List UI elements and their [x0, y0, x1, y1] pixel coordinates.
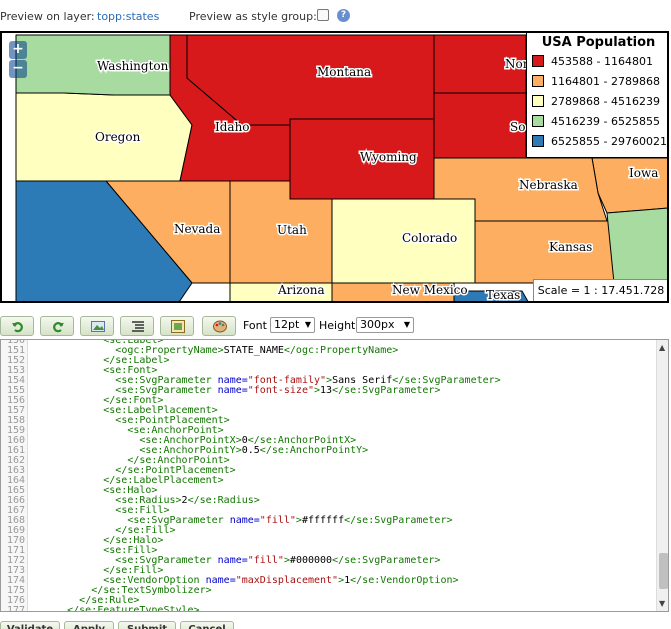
- layer-link[interactable]: topp:states: [97, 10, 159, 23]
- zoom-in-button[interactable]: +: [9, 41, 27, 59]
- preview-bar: Preview on layer: topp:states Preview as…: [0, 0, 671, 32]
- legend-item-label: 2789868 - 4516239: [551, 95, 660, 108]
- cancel-button[interactable]: Cancel: [180, 621, 234, 629]
- state-kansas: [474, 220, 615, 284]
- legend-swatch: [532, 75, 544, 87]
- label-montana: Montana: [317, 65, 371, 79]
- code-line[interactable]: </se:FeatureTypeStyle>: [31, 606, 199, 612]
- height-value: 300px: [360, 318, 395, 331]
- picture-icon: [171, 320, 185, 333]
- image-icon: [91, 321, 105, 332]
- label-south-dakota: So: [510, 120, 525, 134]
- legend-swatch: [532, 135, 544, 147]
- help-icon[interactable]: ?: [337, 9, 350, 22]
- label-wyoming: Wyoming: [360, 150, 417, 164]
- style-group-checkbox[interactable]: [317, 9, 329, 21]
- scroll-down-icon[interactable]: ▼: [659, 599, 665, 608]
- legend-preview-button[interactable]: [160, 316, 194, 336]
- undo-button[interactable]: [0, 316, 34, 336]
- redo-icon: [53, 322, 64, 333]
- redo-button[interactable]: [40, 316, 74, 336]
- map-preview[interactable]: Washington Oregon Idaho Montana Wyoming …: [0, 31, 669, 303]
- legend-swatch: [532, 95, 544, 107]
- submit-button[interactable]: Submit: [118, 621, 176, 629]
- action-buttons: Validate Apply Submit Cancel: [0, 620, 671, 629]
- height-select[interactable]: 300px ▼: [356, 317, 414, 333]
- label-texas: Texas: [486, 288, 520, 302]
- editor-scrollbar[interactable]: ▲ ▼: [656, 340, 668, 611]
- validate-button[interactable]: Validate: [0, 621, 60, 629]
- label-idaho: Idaho: [215, 120, 250, 134]
- label-washington: Washington: [97, 59, 169, 73]
- color-picker-button[interactable]: [202, 316, 236, 336]
- legend-title: USA Population: [541, 35, 656, 50]
- zoom-out-button[interactable]: −: [9, 60, 27, 78]
- style-group-label: Preview as style group:: [189, 10, 317, 23]
- scroll-thumb[interactable]: [659, 553, 668, 589]
- height-label: Height: [319, 319, 356, 332]
- palette-icon: [213, 320, 227, 333]
- format-button[interactable]: [120, 316, 154, 336]
- label-nebraska: Nebraska: [519, 178, 578, 192]
- apply-button[interactable]: Apply: [64, 621, 114, 629]
- legend-item-label: 453588 - 1164801: [551, 55, 653, 68]
- legend-item-label: 4516239 - 6525855: [551, 115, 660, 128]
- line-number-gutter: 150 151 152 153 154 155 156 157 158 159 160 161 162 1…: [1, 340, 28, 612]
- label-arizona: Arizona: [277, 283, 325, 297]
- chevron-down-icon: ▼: [304, 320, 311, 329]
- legend-swatch: [532, 115, 544, 127]
- legend-swatch: [532, 55, 544, 67]
- sld-code-editor[interactable]: 150 151 152 153 154 155 156 157 158 159 160 161 162 1…: [0, 339, 669, 612]
- scale-readout: Scale = 1 : 17.451.728: [533, 279, 667, 301]
- preview-layer-label: Preview on layer:: [0, 10, 95, 23]
- legend-item-label: 6525855 - 29760021: [551, 135, 667, 148]
- scroll-up-icon[interactable]: ▲: [659, 343, 665, 352]
- line-number: 177: [6, 605, 25, 612]
- editor-toolbar: Font 12pt ▼ Height 300px ▼: [0, 312, 671, 340]
- state-missouri: [606, 207, 667, 284]
- font-size-value: 12pt: [274, 318, 300, 331]
- label-utah: Utah: [277, 223, 307, 237]
- chevron-down-icon: ▼: [403, 320, 410, 329]
- label-colorado: Colorado: [402, 231, 457, 245]
- label-new-mexico: New Mexico: [392, 283, 468, 297]
- label-oregon: Oregon: [95, 130, 141, 144]
- undo-icon: [12, 322, 23, 333]
- legend-item-label: 1164801 - 2789868: [551, 75, 660, 88]
- label-iowa: Iowa: [629, 166, 658, 180]
- indent-icon: [132, 321, 144, 332]
- font-label: Font: [243, 319, 267, 332]
- label-nevada: Nevada: [174, 222, 220, 236]
- label-kansas: Kansas: [549, 240, 592, 254]
- font-size-select[interactable]: 12pt ▼: [270, 317, 315, 333]
- insert-image-button[interactable]: [80, 316, 114, 336]
- map-legend: USA Population 453588 - 1164801 1164801 …: [526, 33, 667, 158]
